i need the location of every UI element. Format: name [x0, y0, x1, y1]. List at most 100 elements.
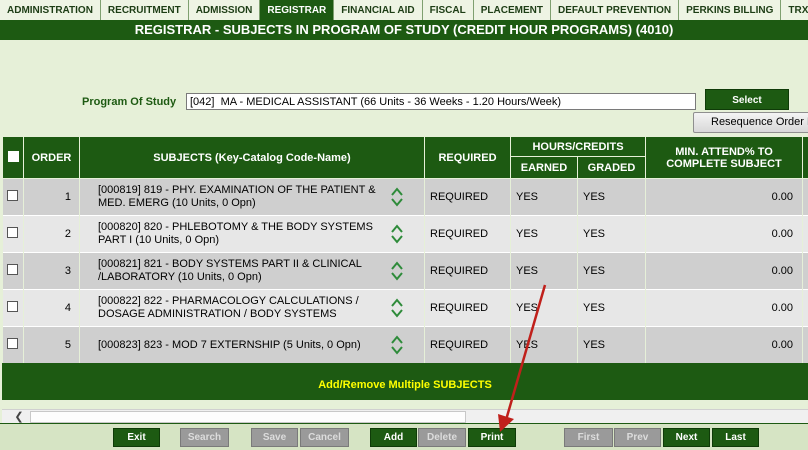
row-select-cell: [2, 289, 24, 327]
subject-link[interactable]: [000823] 823 - MOD 7 EXTERNSHIP (5 Units…: [98, 339, 386, 352]
required-cell: REQUIRED: [424, 178, 511, 216]
chevron-left-icon[interactable]: ❮: [12, 410, 26, 424]
row-select-cell: [2, 326, 24, 364]
min-attend-cell: 0.00: [645, 289, 803, 327]
subject-cell: [000823] 823 - MOD 7 EXTERNSHIP (5 Units…: [79, 326, 425, 364]
prev-button[interactable]: Prev: [614, 428, 661, 447]
earned-column-header[interactable]: EARNED: [510, 156, 578, 179]
chevron-down-icon[interactable]: [391, 197, 403, 207]
nav-tab-perkins-billing[interactable]: PERKINS BILLING: [679, 0, 782, 20]
extra-cell: [802, 252, 808, 290]
nav-tab-fiscal[interactable]: FISCAL: [423, 0, 474, 20]
chevron-up-icon[interactable]: [391, 261, 403, 271]
nav-tab-admission[interactable]: ADMISSION: [189, 0, 261, 20]
subject-link[interactable]: [000821] 821 - BODY SYSTEMS PART II & CL…: [98, 258, 386, 284]
last-button[interactable]: Last: [712, 428, 759, 447]
scrollbar-thumb[interactable]: [30, 411, 466, 423]
extra-cell: [802, 289, 808, 327]
nav-tab-administration[interactable]: ADMINISTRATION: [0, 0, 101, 20]
horizontal-scrollbar[interactable]: ❮: [2, 409, 808, 423]
order-cell: 1: [23, 178, 80, 216]
min-attend-cell: 0.00: [645, 252, 803, 290]
resequence-order-button[interactable]: Resequence Order B: [693, 112, 808, 133]
order-cell: 2: [23, 215, 80, 253]
add-button[interactable]: Add: [370, 428, 417, 447]
nav-tab-placement[interactable]: PLACEMENT: [474, 0, 551, 20]
delete-button[interactable]: Delete: [418, 428, 466, 447]
subjects-table: ORDER SUBJECTS (Key-Catalog Code-Name) R…: [2, 136, 808, 364]
extra-cell: [802, 326, 808, 364]
table-row: 4 [000822] 822 - PHARMACOLOGY CALCULATIO…: [2, 289, 808, 327]
required-column-header[interactable]: REQUIRED: [424, 136, 511, 179]
row-checkbox[interactable]: [7, 338, 19, 350]
min-attend-column-header[interactable]: MIN. ATTEND% TO COMPLETE SUBJECT: [645, 136, 803, 179]
page-title: REGISTRAR - SUBJECTS IN PROGRAM OF STUDY…: [0, 21, 808, 40]
chevron-up-icon[interactable]: [391, 335, 403, 345]
chevron-up-icon[interactable]: [391, 298, 403, 308]
chevron-down-icon[interactable]: [391, 345, 403, 355]
add-remove-band: Add/Remove Multiple SUBJECTS: [2, 363, 808, 400]
row-checkbox[interactable]: [7, 264, 19, 275]
row-select-cell: [2, 215, 24, 253]
subject-link[interactable]: [000819] 819 - PHY. EXAMINATION OF THE P…: [98, 184, 386, 210]
cancel-button[interactable]: Cancel: [300, 428, 349, 447]
nav-tab-trx[interactable]: TRX #:: [781, 0, 808, 20]
chevron-down-icon[interactable]: [391, 308, 403, 318]
subject-link[interactable]: [000820] 820 - PHLEBOTOMY & THE BODY SYS…: [98, 221, 386, 247]
graded-cell: YES: [577, 326, 646, 364]
subject-link[interactable]: [000822] 822 - PHARMACOLOGY CALCULATIONS…: [98, 295, 386, 321]
select-all-checkbox[interactable]: [7, 150, 19, 162]
first-button[interactable]: First: [564, 428, 613, 447]
required-cell: REQUIRED: [424, 289, 511, 327]
select-button[interactable]: Select: [705, 89, 789, 110]
graded-column-header[interactable]: GRADED: [577, 156, 646, 179]
extra-cell: [802, 178, 808, 216]
required-cell: REQUIRED: [424, 326, 511, 364]
save-button[interactable]: Save: [251, 428, 298, 447]
row-select-cell: [2, 178, 24, 216]
top-nav: ADMINISTRATION RECRUITMENT ADMISSION REG…: [0, 0, 808, 21]
required-cell: REQUIRED: [424, 215, 511, 253]
required-cell: REQUIRED: [424, 252, 511, 290]
earned-cell: YES: [510, 252, 578, 290]
chevron-down-icon[interactable]: [391, 271, 403, 281]
earned-cell: YES: [510, 289, 578, 327]
graded-cell: YES: [577, 215, 646, 253]
subject-cell: [000820] 820 - PHLEBOTOMY & THE BODY SYS…: [79, 215, 425, 253]
subject-cell: [000821] 821 - BODY SYSTEMS PART II & CL…: [79, 252, 425, 290]
order-cell: 5: [23, 326, 80, 364]
nav-tab-recruitment[interactable]: RECRUITMENT: [101, 0, 189, 20]
select-all-header: [2, 136, 24, 179]
chevron-down-icon[interactable]: [391, 234, 403, 244]
hours-credits-header: HOURS/CREDITS: [510, 136, 646, 157]
order-cell: 4: [23, 289, 80, 327]
exit-button[interactable]: Exit: [113, 428, 160, 447]
nav-tab-financial-aid[interactable]: FINANCIAL AID: [334, 0, 423, 20]
table-row: 3 [000821] 821 - BODY SYSTEMS PART II & …: [2, 252, 808, 290]
chevron-up-icon[interactable]: [391, 224, 403, 234]
row-checkbox[interactable]: [7, 190, 19, 201]
subjects-column-header[interactable]: SUBJECTS (Key-Catalog Code-Name): [79, 136, 425, 179]
row-checkbox[interactable]: [7, 227, 19, 238]
program-of-study-label: Program Of Study: [82, 96, 177, 108]
row-select-cell: [2, 252, 24, 290]
earned-cell: YES: [510, 326, 578, 364]
order-column-header[interactable]: ORDER: [23, 136, 80, 179]
nav-tab-default-prevention[interactable]: DEFAULT PREVENTION: [551, 0, 680, 20]
min-attend-cell: 0.00: [645, 326, 803, 364]
table-row: 2 [000820] 820 - PHLEBOTOMY & THE BODY S…: [2, 215, 808, 253]
graded-cell: YES: [577, 252, 646, 290]
bottom-toolbar: Exit Search Save Cancel Add Delete Print…: [0, 423, 808, 450]
next-button[interactable]: Next: [663, 428, 710, 447]
program-of-study-field[interactable]: [186, 93, 696, 110]
chevron-up-icon[interactable]: [391, 187, 403, 197]
row-checkbox[interactable]: [7, 301, 19, 312]
order-cell: 3: [23, 252, 80, 290]
table-row: 5 [000823] 823 - MOD 7 EXTERNSHIP (5 Uni…: [2, 326, 808, 364]
add-remove-multiple-subjects-link[interactable]: Add/Remove Multiple SUBJECTS: [2, 379, 808, 391]
search-button[interactable]: Search: [180, 428, 229, 447]
table-row: 1 [000819] 819 - PHY. EXAMINATION OF THE…: [2, 178, 808, 216]
print-button[interactable]: Print: [468, 428, 516, 447]
extra-column-header: [802, 136, 808, 179]
nav-tab-registrar[interactable]: REGISTRAR: [260, 0, 335, 20]
